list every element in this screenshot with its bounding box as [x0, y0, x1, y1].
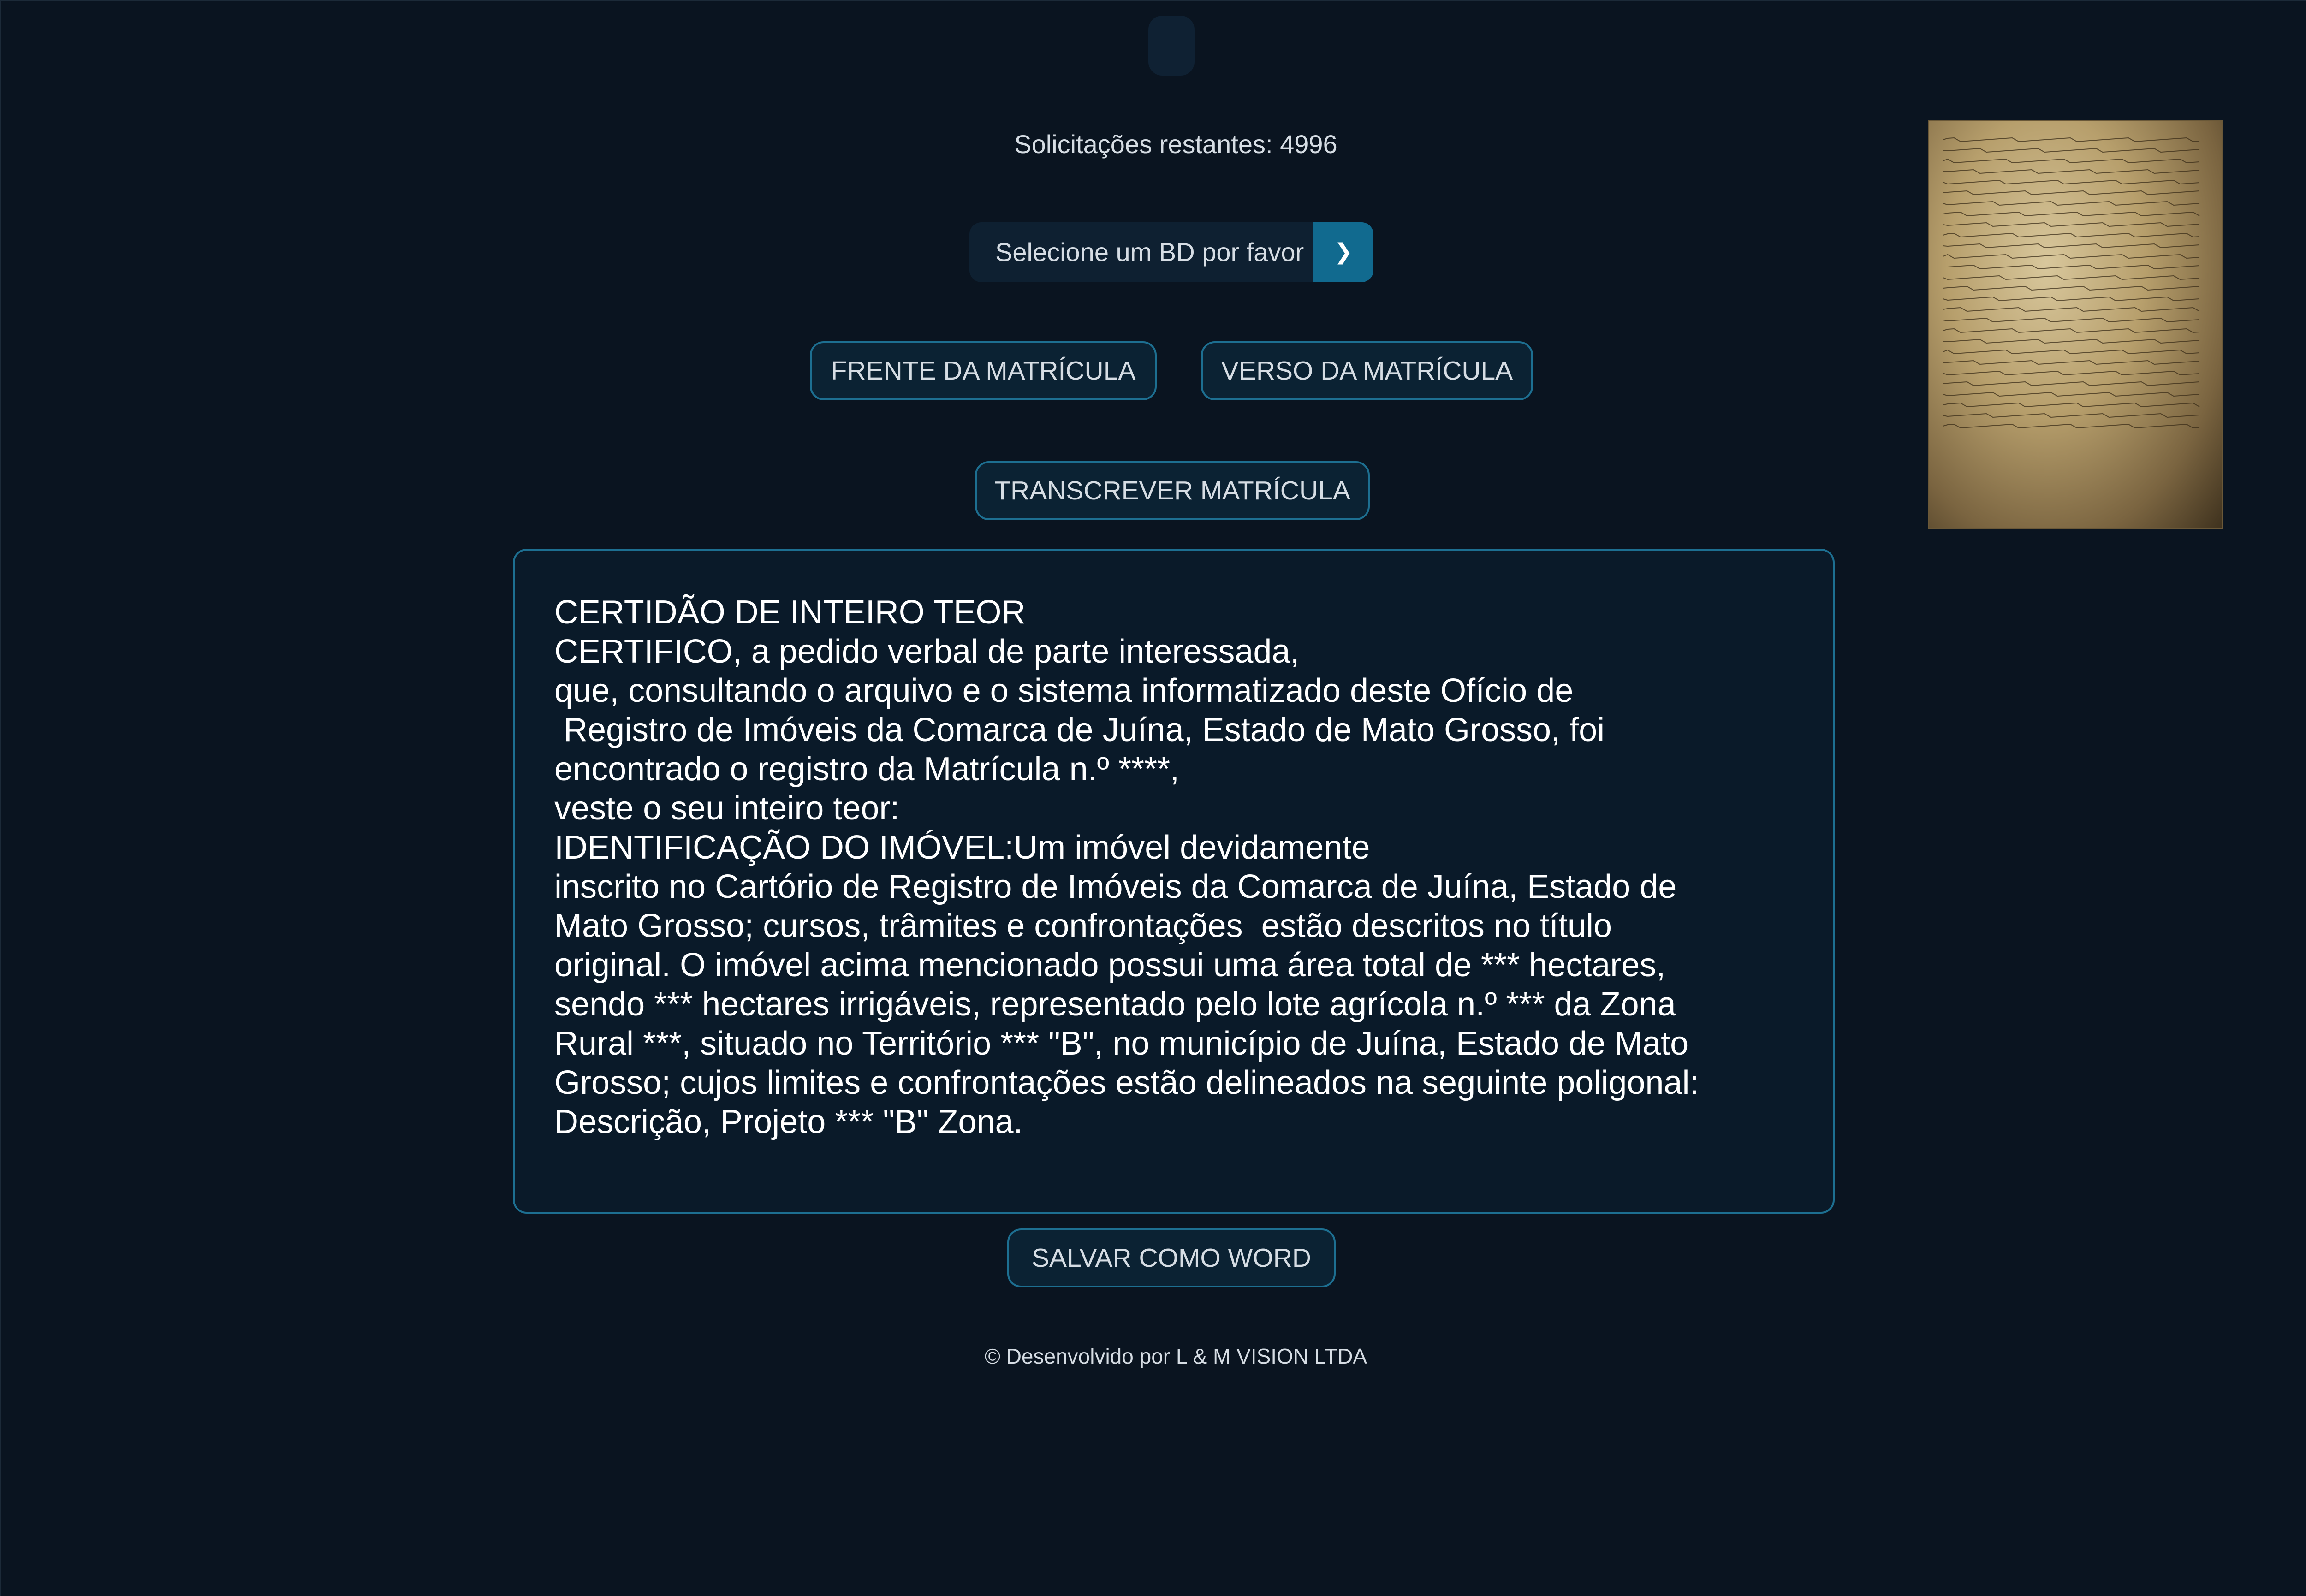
handwriting-line: [1943, 328, 2200, 333]
handwriting-line: [1943, 211, 2200, 217]
handwriting-line: [1943, 370, 2200, 376]
handwriting-line: [1943, 275, 2200, 280]
handwriting-line: [1943, 169, 2200, 174]
handwriting-line: [1943, 402, 2200, 408]
handwriting-line: [1943, 296, 2200, 302]
handwriting-line: [1943, 254, 2200, 259]
handwriting-line: [1943, 349, 2200, 355]
front-of-registration-button[interactable]: FRENTE DA MATRÍCULA: [810, 341, 1157, 400]
handwritten-document-image: [1928, 120, 2223, 529]
handwriting-line: [1943, 423, 2200, 429]
footer-credits: © Desenvolvido por L & M VISION LTDA: [985, 1344, 1367, 1368]
top-handle[interactable]: [1148, 16, 1195, 76]
transcription-textarea[interactable]: CERTIDÃO DE INTEIRO TEOR CERTIFICO, a pe…: [513, 549, 1835, 1214]
handwriting-line: [1943, 190, 2200, 196]
save-as-word-button[interactable]: SALVAR COMO WORD: [1007, 1228, 1336, 1287]
chevron-down-icon[interactable]: ❯: [1313, 222, 1373, 282]
handwriting-line: [1943, 338, 2200, 344]
handwriting-line: [1943, 392, 2200, 397]
handwriting-line: [1943, 158, 2200, 164]
handwriting-line: [1943, 201, 2200, 206]
handwriting-line: [1943, 232, 2200, 238]
transcribe-registration-button[interactable]: TRANSCREVER MATRÍCULA: [975, 461, 1370, 520]
handwriting-line: [1943, 360, 2200, 365]
handwriting-line: [1943, 148, 2200, 153]
handwriting-line: [1943, 264, 2200, 270]
handwriting-line: [1943, 137, 2200, 142]
handwriting-line: [1943, 179, 2200, 185]
handwriting-line: [1943, 243, 2200, 249]
handwriting-line: [1943, 222, 2200, 227]
handwriting-line: [1943, 381, 2200, 386]
back-of-registration-button[interactable]: VERSO DA MATRÍCULA: [1201, 341, 1533, 400]
handwriting-line: [1943, 285, 2200, 291]
window-top-border: [0, 0, 2306, 1]
database-select[interactable]: Selecione um BD por favor ❯: [969, 222, 1373, 282]
document-scribble-lines: [1943, 137, 2200, 429]
handwriting-line: [1943, 307, 2200, 312]
database-select-value: Selecione um BD por favor: [995, 237, 1304, 267]
handwriting-line: [1943, 413, 2200, 418]
handwriting-line: [1943, 317, 2200, 323]
